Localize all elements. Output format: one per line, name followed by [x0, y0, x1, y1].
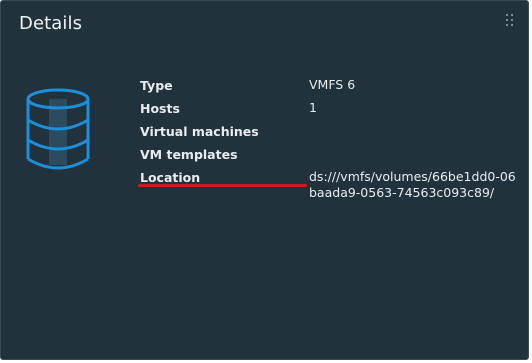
property-value: VMFS 6 — [309, 77, 356, 92]
property-label: Hosts — [140, 101, 180, 116]
location-value: ds:///vmfs/volumes/66be1dd0-06baada9-056… — [309, 169, 516, 200]
properties-list: Type VMFS 6 Hosts 1 Virtual machines VM … — [140, 77, 520, 207]
annotation-underline — [138, 184, 307, 187]
details-panel: Details Type VMFS 6 Hosts 1 Virtual mach… — [0, 0, 529, 360]
property-row-hosts: Hosts 1 — [140, 100, 520, 117]
property-value[interactable]: 1 — [309, 100, 520, 116]
grip-icon[interactable] — [506, 14, 516, 28]
panel-title: Details — [19, 13, 83, 34]
property-label: Type — [140, 78, 173, 93]
property-label: VM templates — [140, 147, 238, 162]
database-icon — [26, 88, 90, 170]
property-row-type: Type VMFS 6 — [140, 77, 520, 94]
property-row-virtual-machines: Virtual machines — [140, 123, 520, 140]
property-row-vm-templates: VM templates — [140, 146, 520, 163]
property-label: Virtual machines — [140, 124, 259, 139]
